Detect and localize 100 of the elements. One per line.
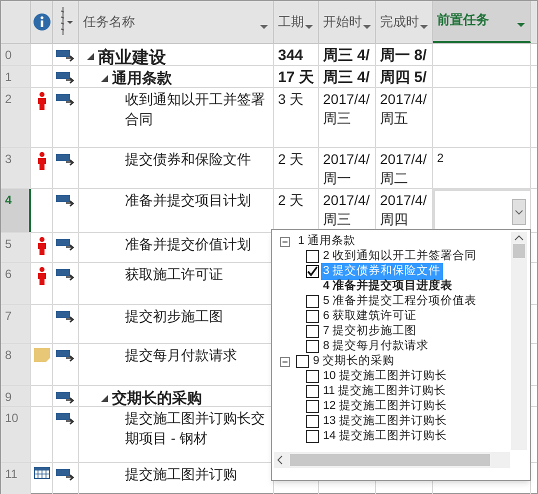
chevron-up-icon[interactable] [514,235,524,241]
person-icon [36,152,46,170]
column-header[interactable]: 任务名称 [79,1,274,43]
task-name: 提交初步施工图 [125,307,224,326]
cell-duration: 2 天 [278,150,305,169]
task-mode-icon [56,392,76,404]
dropdown-button[interactable] [512,199,526,225]
chevron-down-icon [515,210,523,214]
row-number[interactable]: 6 [5,267,12,281]
task-name: 提交施工图并订购 [125,465,238,484]
task-mode-icon [56,195,76,207]
person-icon [36,267,46,285]
checkbox[interactable] [296,355,309,368]
task-mode-icon [56,413,76,425]
task-name: 准备并提交项目计划 [125,191,252,210]
checkbox[interactable] [306,325,319,338]
row-number[interactable]: 9 [5,390,12,404]
dropdown-item[interactable]: 14 提交施工图并订购长 [321,428,449,446]
row-number[interactable]: 3 [5,152,12,166]
cell-predecessors: 2 [437,150,445,166]
row-number[interactable]: 1 [5,70,12,84]
cell-finish: 2017/4/ 周二 [380,150,428,188]
task-mode-icon [56,239,76,251]
person-icon [36,92,46,110]
row-number[interactable]: 0 [5,48,12,62]
task-name: 提交债券和保险文件 [125,150,252,169]
dropdown-item[interactable]: 10 提交施工图并订购长 [321,368,449,386]
vertical-scrollbar[interactable] [511,232,527,450]
checkbox[interactable] [306,340,319,353]
dropdown-item[interactable]: 3 提交债券和保险文件 [321,262,443,280]
row-number[interactable]: 8 [5,348,12,362]
dropdown-item[interactable]: 2 收到通知以开工并签署合同 [321,248,479,266]
collapse-minus-icon[interactable] [280,356,290,366]
dropdown-arrow-icon [419,23,428,31]
cell-start: 周三 4/ [323,46,371,65]
cell-finish: 周四 5/ [380,68,428,87]
calendar-icon [34,467,50,479]
dropdown-arrow-icon [516,21,526,29]
task-mode-icon [56,72,76,84]
cell-duration: 2 天 [278,191,305,210]
collapse-triangle-icon[interactable] [87,53,94,60]
check-mark-icon [307,266,318,277]
column-header[interactable]: 前置任务 [433,1,531,43]
cell-start: 2017/4/ 周三 [323,90,371,128]
collapse-minus-icon[interactable] [280,236,290,246]
task-name: 通用条款 [112,69,172,87]
checkbox[interactable] [306,250,319,263]
row-number[interactable]: 4 [5,193,12,207]
checkbox[interactable] [306,370,319,383]
cell-duration: 3 天 [278,90,305,109]
dropdown-item[interactable]: 8 提交每月付款请求 [321,338,431,356]
dropdown-item[interactable]: 9 交期长的采购 [311,352,397,370]
checkbox[interactable] [306,265,319,278]
dropdown-item[interactable]: 4 准备并提交项目进度表 [321,278,455,296]
cell-duration: 17 天 [278,68,315,87]
checkbox[interactable] [306,400,319,413]
dropdown-item[interactable]: 7 提交初步施工图 [321,322,419,340]
cell-start: 周三 4/ [323,68,371,87]
dropdown-arrow-icon [362,23,371,31]
collapse-triangle-icon[interactable] [101,395,108,402]
person-icon [36,237,46,255]
row-number[interactable]: 2 [5,92,12,106]
cell-duration: 344 [278,46,304,65]
checkbox[interactable] [306,310,319,323]
dropdown-item[interactable]: 1 通用条款 [296,232,358,250]
task-name: 获取施工许可证 [125,265,224,284]
dropdown-item[interactable]: 5 准备并提交工程分项价值表 [321,292,479,310]
dropdown-arrow-icon [259,23,269,31]
checkbox[interactable] [306,415,319,428]
dropdown-item[interactable]: 11 提交施工图并订购长 [321,382,448,400]
checkbox[interactable] [306,385,319,398]
column-header[interactable]: 开始时 [319,1,376,43]
task-mode-icon [56,350,76,362]
task-name: 准备并提交价值计划 [125,235,252,254]
checkbox[interactable] [306,430,319,443]
column-header[interactable]: 工期 [274,1,319,43]
checkbox[interactable] [306,295,319,308]
scrollbar-thumb[interactable] [513,244,525,258]
task-name: 收到通知以开工并签署合同 [125,90,265,129]
task-mode-icon [56,154,76,166]
dropdown-item[interactable]: 13 提交施工图并订购长 [321,412,449,430]
task-mode-icon [56,50,76,62]
dropdown-item[interactable]: 6 获取建筑许可证 [321,308,419,326]
row-number[interactable]: 10 [5,411,18,425]
note-icon [34,348,50,362]
cell-start: 2017/4/ 周三 [323,191,371,229]
task-mode-icon [56,94,76,106]
horizontal-scrollbar[interactable] [274,452,510,468]
collapse-triangle-icon[interactable] [101,75,108,82]
task-mode-icon [56,311,76,323]
cell-finish: 周一 8/ [380,46,428,65]
dropdown-item[interactable]: 12 提交施工图并订购长 [321,398,449,416]
row-number[interactable]: 5 [5,237,12,251]
task-mode-icon [56,269,76,281]
task-name: 商业建设 [98,47,166,65]
cell-finish: 2017/4/ 周五 [380,90,428,128]
row-number[interactable]: 7 [5,309,12,323]
task-name: 提交每月付款请求 [125,346,238,365]
task-mode-icon [56,469,76,481]
row-number[interactable]: 11 [5,467,18,481]
